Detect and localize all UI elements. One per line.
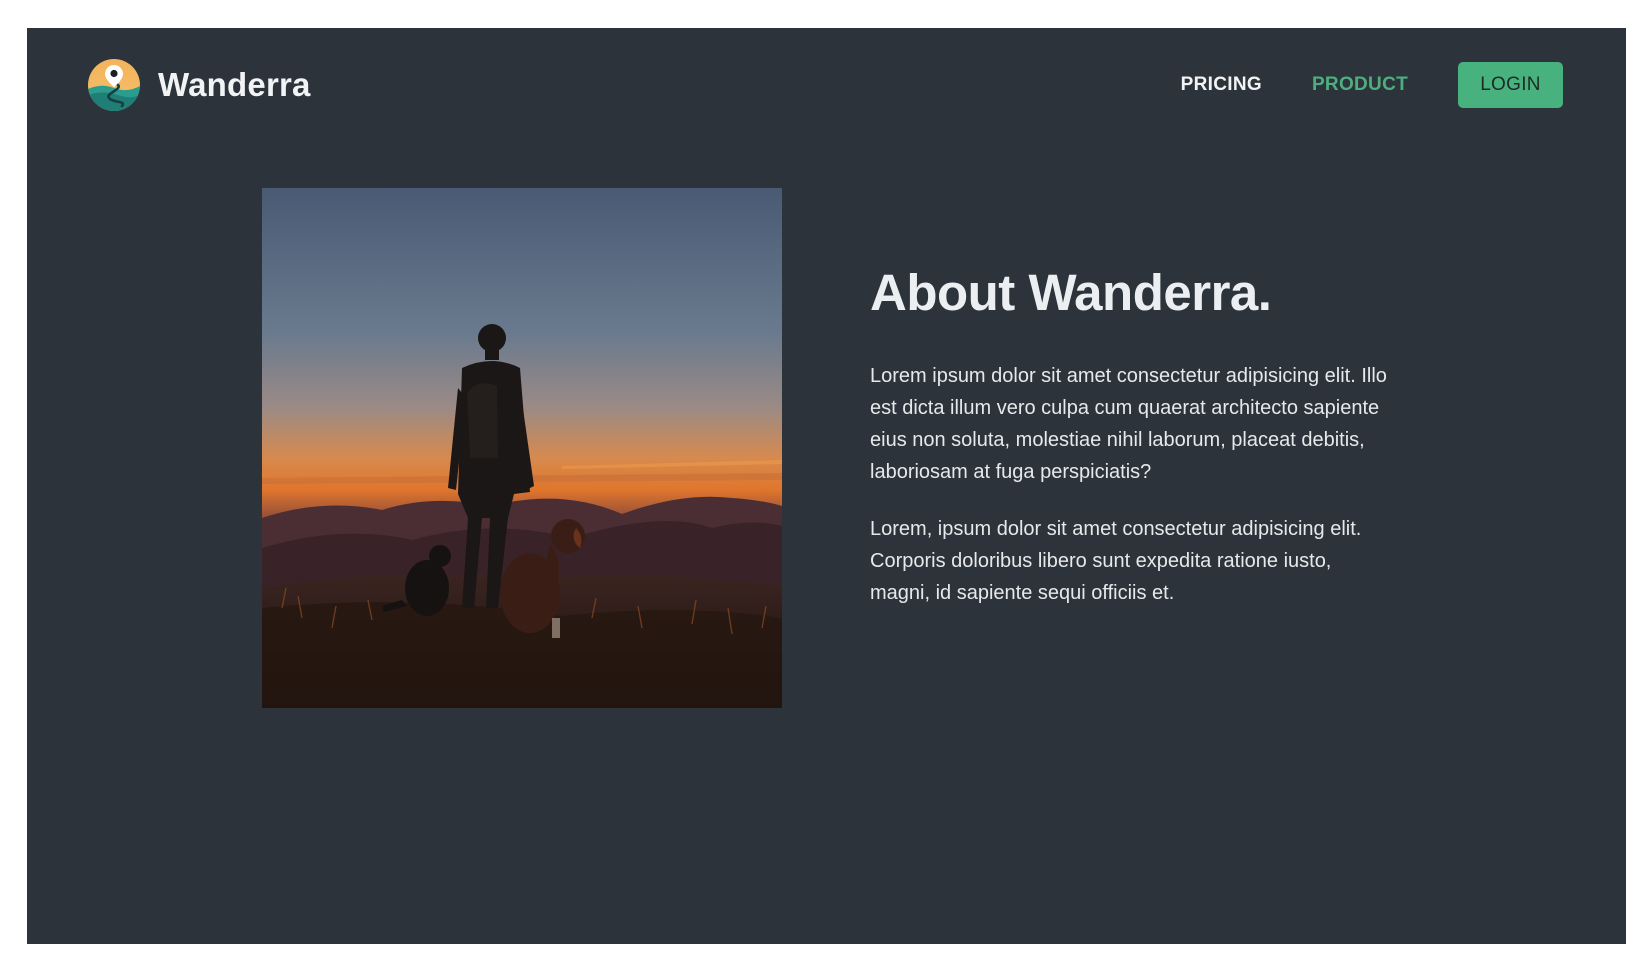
about-paragraph-2: Lorem, ipsum dolor sit amet consectetur … [870,518,1362,604]
brand[interactable]: Wanderra [88,59,311,111]
brand-name: Wanderra [158,66,311,103]
login-button[interactable]: LOGIN [1458,62,1563,108]
hiker-with-dogs-at-sunset-photo [262,188,782,708]
main-nav: PRICING PRODUCT LOGIN [1181,62,1563,108]
about-title: About Wanderra. [870,264,1272,321]
map-pin-path-logo-icon [88,59,140,111]
page-frame: Wanderra PRICING PRODUCT LOGIN About Wan… [27,28,1626,944]
about-paragraph-1: Lorem ipsum dolor sit amet consectetur a… [870,365,1387,483]
site-header: Wanderra PRICING PRODUCT LOGIN [27,28,1626,144]
nav-product-link[interactable]: PRODUCT [1312,74,1408,96]
about-section: About Wanderra. Lorem ipsum dolor sit am… [870,263,1390,609]
nav-pricing-link[interactable]: PRICING [1181,74,1262,96]
